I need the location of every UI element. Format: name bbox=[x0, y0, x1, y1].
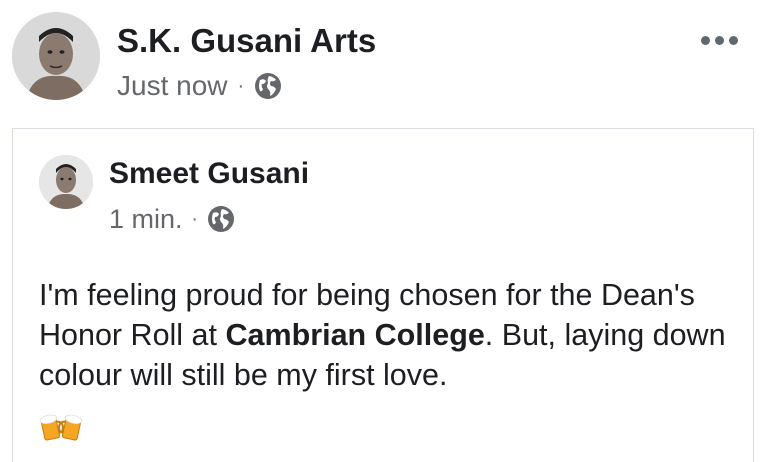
author-avatar[interactable] bbox=[12, 12, 100, 100]
post-meta: Just now · bbox=[117, 68, 282, 104]
avatar-image bbox=[12, 12, 100, 100]
avatar-image bbox=[39, 155, 93, 209]
college-mention: Cambrian College bbox=[225, 318, 485, 352]
shared-post-timestamp[interactable]: 1 min. bbox=[109, 204, 183, 235]
shared-author-avatar[interactable] bbox=[39, 155, 93, 209]
more-dot bbox=[701, 36, 710, 45]
shared-author-name[interactable]: Smeet Gusani bbox=[109, 157, 309, 191]
meta-separator: · bbox=[191, 208, 198, 230]
shared-post-card[interactable]: Smeet Gusani 1 min. · I'm feeling proud … bbox=[12, 128, 754, 462]
post-header: S.K. Gusani Arts Just now · bbox=[12, 12, 756, 104]
shared-post-header: Smeet Gusani 1 min. · bbox=[39, 155, 729, 241]
shared-post-meta: 1 min. · bbox=[109, 201, 235, 237]
post-text: I'm feeling proud for being chosen for t… bbox=[39, 275, 739, 395]
more-options-button[interactable] bbox=[697, 32, 742, 49]
post-timestamp[interactable]: Just now bbox=[117, 70, 228, 102]
globe-icon[interactable] bbox=[207, 205, 235, 233]
more-dot bbox=[729, 36, 738, 45]
globe-icon[interactable] bbox=[254, 72, 282, 100]
author-name[interactable]: S.K. Gusani Arts bbox=[117, 22, 376, 60]
beer-mugs-icon bbox=[39, 414, 83, 441]
more-dot bbox=[715, 36, 724, 45]
meta-separator: · bbox=[237, 75, 245, 97]
post: S.K. Gusani Arts Just now · Smeet Gusani… bbox=[0, 0, 768, 462]
